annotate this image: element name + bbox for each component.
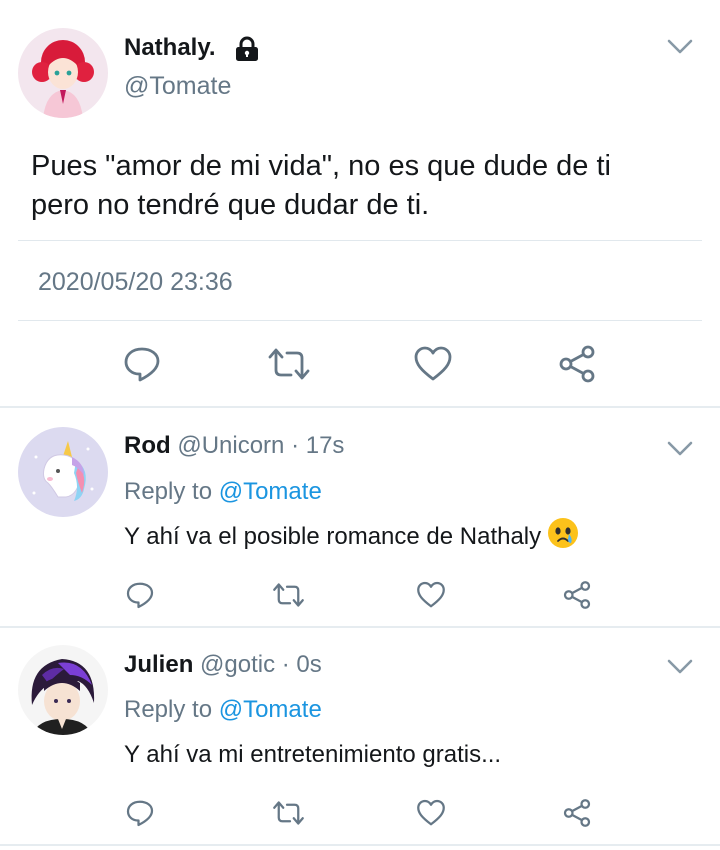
timestamp: 2020/05/20 23:36 [38,268,233,296]
reply-header: Rod @Unicorn · 17s [124,430,344,462]
retweet-button[interactable] [271,798,306,828]
like-button[interactable] [416,798,446,828]
handle[interactable]: @Unicorn [177,432,284,459]
relative-time: · 17s [291,432,345,459]
retweet-icon [273,801,304,825]
reply-to-link[interactable]: @Tomate [219,696,322,723]
handle[interactable]: @Tomate [124,70,231,102]
relative-time: · 0s [281,651,322,678]
reply-icon [124,347,160,382]
handle[interactable]: @gotic [200,651,275,678]
reply-text: Y ahí va mi entretenimiento gratis... [124,741,502,768]
like-button[interactable] [413,344,453,384]
retweet-icon [268,348,310,380]
chevron-down-icon[interactable] [667,38,693,61]
avatar[interactable] [18,28,108,118]
reply-to-line: Reply to @Tomate [124,694,322,726]
lock-icon [232,36,262,67]
share-button[interactable] [562,798,592,828]
tweet-text-line-2: pero no tendré que dudar de ti. [31,189,430,221]
chevron-down-icon[interactable] [667,658,693,681]
reply-to-line: Reply to @Tomate [124,476,322,508]
reply-to-label: Reply to [124,696,213,723]
display-name[interactable]: Julien [124,651,193,678]
reply-text: Y ahí va el posible romance de Nathaly 😢 [124,518,578,554]
reply-icon [126,800,154,827]
share-icon [563,799,591,827]
crying-face-graphic [548,519,577,547]
reply-header: Julien @gotic · 0s [124,649,322,681]
chevron-down-icon[interactable] [667,440,693,463]
crying-face-emoji: 😢 [547,518,578,548]
reply-button[interactable] [125,798,155,828]
tweet-text-line-1: Pues "amor de mi vida", no es que dude d… [31,150,611,182]
divider [18,320,702,321]
like-button[interactable] [416,580,446,610]
reply-to-link[interactable]: @Tomate [219,478,322,505]
divider [18,240,702,241]
reply-button[interactable] [122,344,162,384]
share-icon [563,581,591,609]
retweet-icon [273,583,304,607]
retweet-button[interactable] [266,344,312,384]
section-divider [0,844,720,846]
retweet-button[interactable] [271,580,306,610]
display-name[interactable]: Rod [124,432,171,459]
share-icon [559,345,595,383]
share-button[interactable] [562,580,592,610]
reply-icon [126,582,154,609]
section-divider [0,626,720,628]
reply-to-label: Reply to [124,478,213,505]
reply-button[interactable] [125,580,155,610]
avatar[interactable] [18,427,108,517]
reply-text-body: Y ahí va el posible romance de Nathaly [124,523,542,550]
avatar[interactable] [18,645,108,735]
like-icon [414,346,452,381]
section-divider [0,406,720,408]
share-button[interactable] [557,344,597,384]
like-icon [417,799,445,826]
display-name[interactable]: Nathaly. [124,32,216,64]
like-icon [417,581,445,608]
